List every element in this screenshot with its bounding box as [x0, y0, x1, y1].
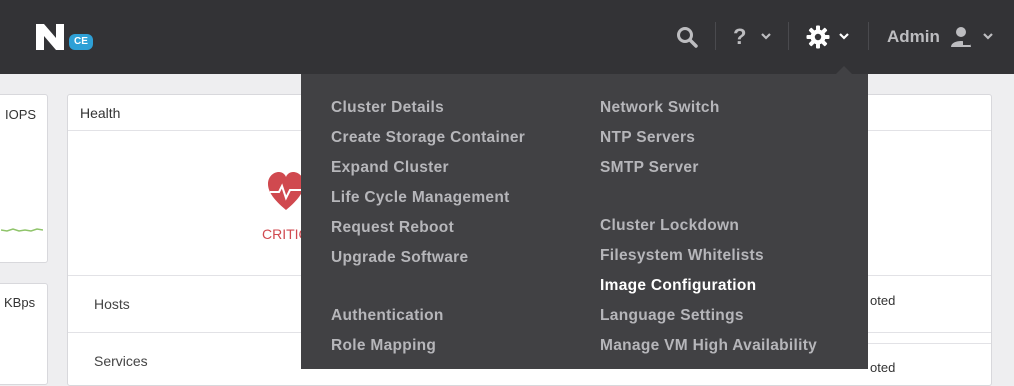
iops-widget: IOPS	[0, 94, 48, 263]
menu-item-upgrade-software[interactable]: Upgrade Software	[331, 249, 468, 267]
ce-badge: CE	[69, 34, 93, 50]
menu-item-life-cycle-management[interactable]: Life Cycle Management	[331, 189, 510, 207]
settings-chevron-down-icon[interactable]	[838, 32, 850, 42]
divider	[788, 22, 789, 50]
help-chevron-down-icon[interactable]	[760, 32, 772, 42]
nutanix-logo[interactable]: CE	[36, 22, 96, 54]
help-icon[interactable]: ?	[733, 24, 746, 50]
menu-item-cluster-details[interactable]: Cluster Details	[331, 99, 444, 117]
health-title: Health	[80, 105, 121, 121]
user-name[interactable]: Admin	[887, 27, 940, 47]
menu-item-role-mapping[interactable]: Role Mapping	[331, 337, 436, 355]
top-navigation-bar: CE ? Admin	[0, 0, 1014, 74]
hosts-status-text: oted	[870, 293, 896, 308]
search-icon[interactable]	[676, 26, 698, 53]
user-avatar-icon[interactable]	[950, 25, 972, 52]
services-row-label[interactable]: Services	[94, 353, 148, 369]
menu-item-smtp-server[interactable]: SMTP Server	[600, 159, 699, 177]
menu-item-authentication[interactable]: Authentication	[331, 307, 444, 325]
menu-pointer	[836, 66, 852, 74]
menu-item-manage-vm-high-availability[interactable]: Manage VM High Availability	[600, 337, 817, 355]
heart-icon	[268, 172, 304, 217]
bandwidth-widget: KBps	[0, 283, 48, 385]
divider	[715, 22, 716, 50]
kbps-label: KBps	[4, 295, 36, 310]
menu-item-ntp-servers[interactable]: NTP Servers	[600, 129, 695, 147]
divider	[868, 22, 869, 50]
user-chevron-down-icon[interactable]	[982, 32, 994, 42]
menu-item-filesystem-whitelists[interactable]: Filesystem Whitelists	[600, 247, 764, 265]
divider	[868, 343, 991, 344]
menu-item-network-switch[interactable]: Network Switch	[600, 99, 720, 117]
gear-icon[interactable]	[806, 25, 830, 54]
menu-item-language-settings[interactable]: Language Settings	[600, 307, 744, 325]
menu-item-expand-cluster[interactable]: Expand Cluster	[331, 159, 449, 177]
services-status-text: oted	[870, 360, 896, 375]
menu-item-cluster-lockdown[interactable]: Cluster Lockdown	[600, 217, 739, 235]
menu-item-image-configuration[interactable]: Image Configuration	[600, 277, 756, 295]
menu-item-create-storage-container[interactable]: Create Storage Container	[331, 129, 525, 147]
iops-sparkline	[1, 228, 43, 232]
hosts-row-label[interactable]: Hosts	[94, 296, 130, 312]
menu-item-request-reboot[interactable]: Request Reboot	[331, 219, 454, 237]
iops-label: IOPS	[5, 107, 37, 122]
n-logo-icon	[36, 24, 64, 50]
